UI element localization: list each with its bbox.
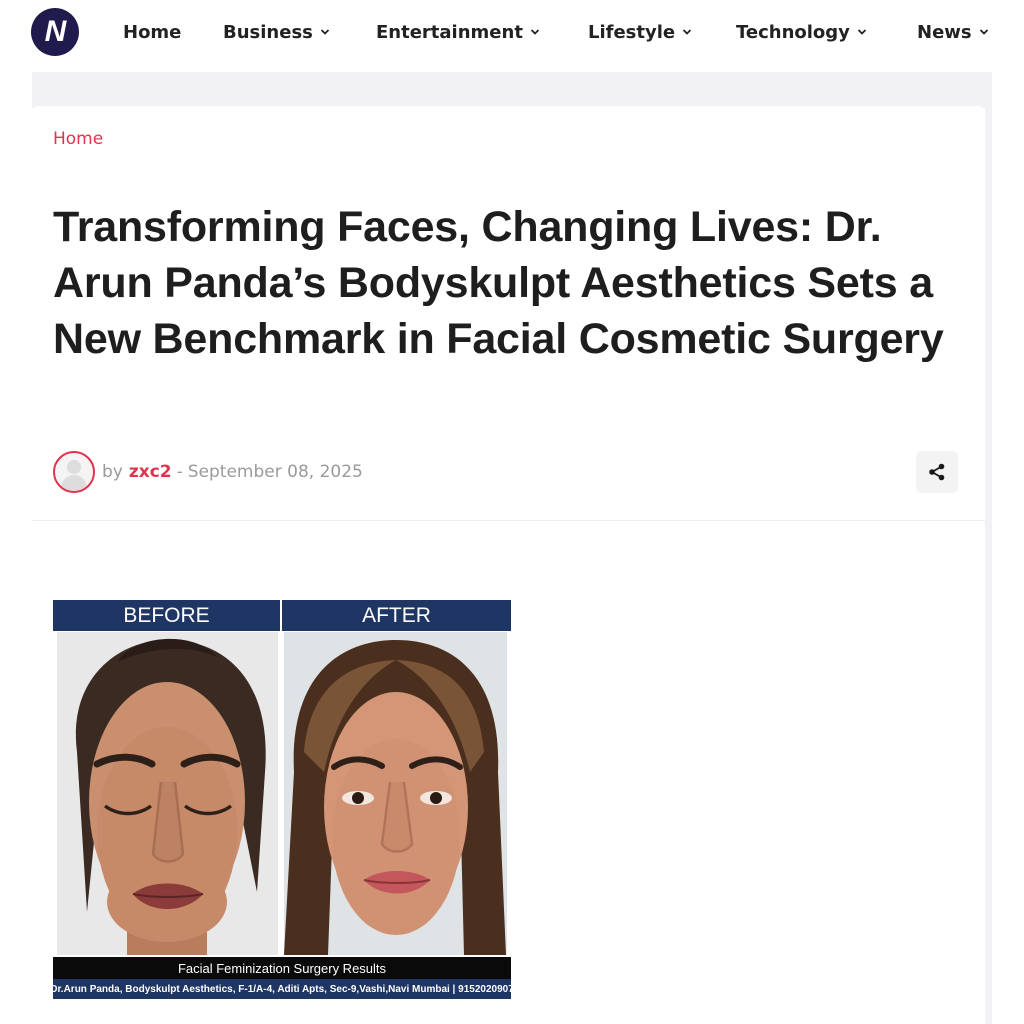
breadcrumb-home[interactable]: Home bbox=[53, 129, 103, 149]
after-label: AFTER bbox=[282, 600, 511, 631]
site-logo[interactable]: N bbox=[31, 8, 79, 56]
nav-business[interactable]: Business bbox=[223, 20, 330, 44]
nav-lifestyle[interactable]: Lifestyle bbox=[588, 20, 692, 44]
top-navbar: N Home Business Entertainment Lifestyle … bbox=[0, 0, 1024, 64]
chevron-down-icon bbox=[857, 29, 867, 35]
author-avatar[interactable] bbox=[53, 451, 95, 493]
article-title: Transforming Faces, Changing Lives: Dr. … bbox=[53, 203, 944, 363]
before-label: BEFORE bbox=[53, 600, 280, 631]
meta-by: by bbox=[102, 462, 123, 482]
author-link[interactable]: zxc2 bbox=[129, 462, 172, 482]
meta-separator: - bbox=[176, 462, 183, 482]
before-after-image: BEFORE AFTER Facial Feminization Surgery… bbox=[50, 600, 514, 999]
image-address: Dr.Arun Panda, Bodyskulpt Aesthetics, F-… bbox=[50, 979, 514, 999]
after-photo bbox=[284, 632, 507, 955]
meta-divider bbox=[32, 520, 985, 521]
publish-date: September 08, 2025 bbox=[187, 462, 363, 482]
nav-home[interactable]: Home bbox=[123, 20, 181, 44]
nav-entertainment-label: Entertainment bbox=[376, 21, 523, 43]
before-photo bbox=[57, 632, 278, 955]
nav-news[interactable]: News bbox=[917, 20, 989, 44]
avatar-head bbox=[67, 460, 81, 474]
avatar-shoulders bbox=[61, 475, 87, 491]
header-band bbox=[32, 72, 992, 108]
share-icon bbox=[929, 463, 945, 481]
nav-business-label: Business bbox=[223, 21, 313, 43]
chevron-down-icon bbox=[320, 29, 330, 35]
nav-technology-label: Technology bbox=[736, 21, 850, 43]
nav-home-label: Home bbox=[123, 21, 182, 43]
chevron-down-icon bbox=[979, 29, 988, 35]
nav-entertainment[interactable]: Entertainment bbox=[376, 20, 540, 44]
article-meta: by zxc2 - September 08, 2025 bbox=[53, 451, 363, 493]
chevron-down-icon bbox=[530, 29, 540, 35]
logo-letter: N bbox=[44, 15, 67, 48]
share-button[interactable] bbox=[916, 451, 958, 493]
chevron-down-icon bbox=[682, 29, 692, 35]
page-gutter bbox=[985, 108, 992, 1024]
nav-news-label: News bbox=[917, 21, 972, 43]
image-caption: Facial Feminization Surgery Results bbox=[53, 957, 511, 979]
nav-lifestyle-label: Lifestyle bbox=[588, 21, 676, 43]
nav-technology[interactable]: Technology bbox=[736, 20, 867, 44]
